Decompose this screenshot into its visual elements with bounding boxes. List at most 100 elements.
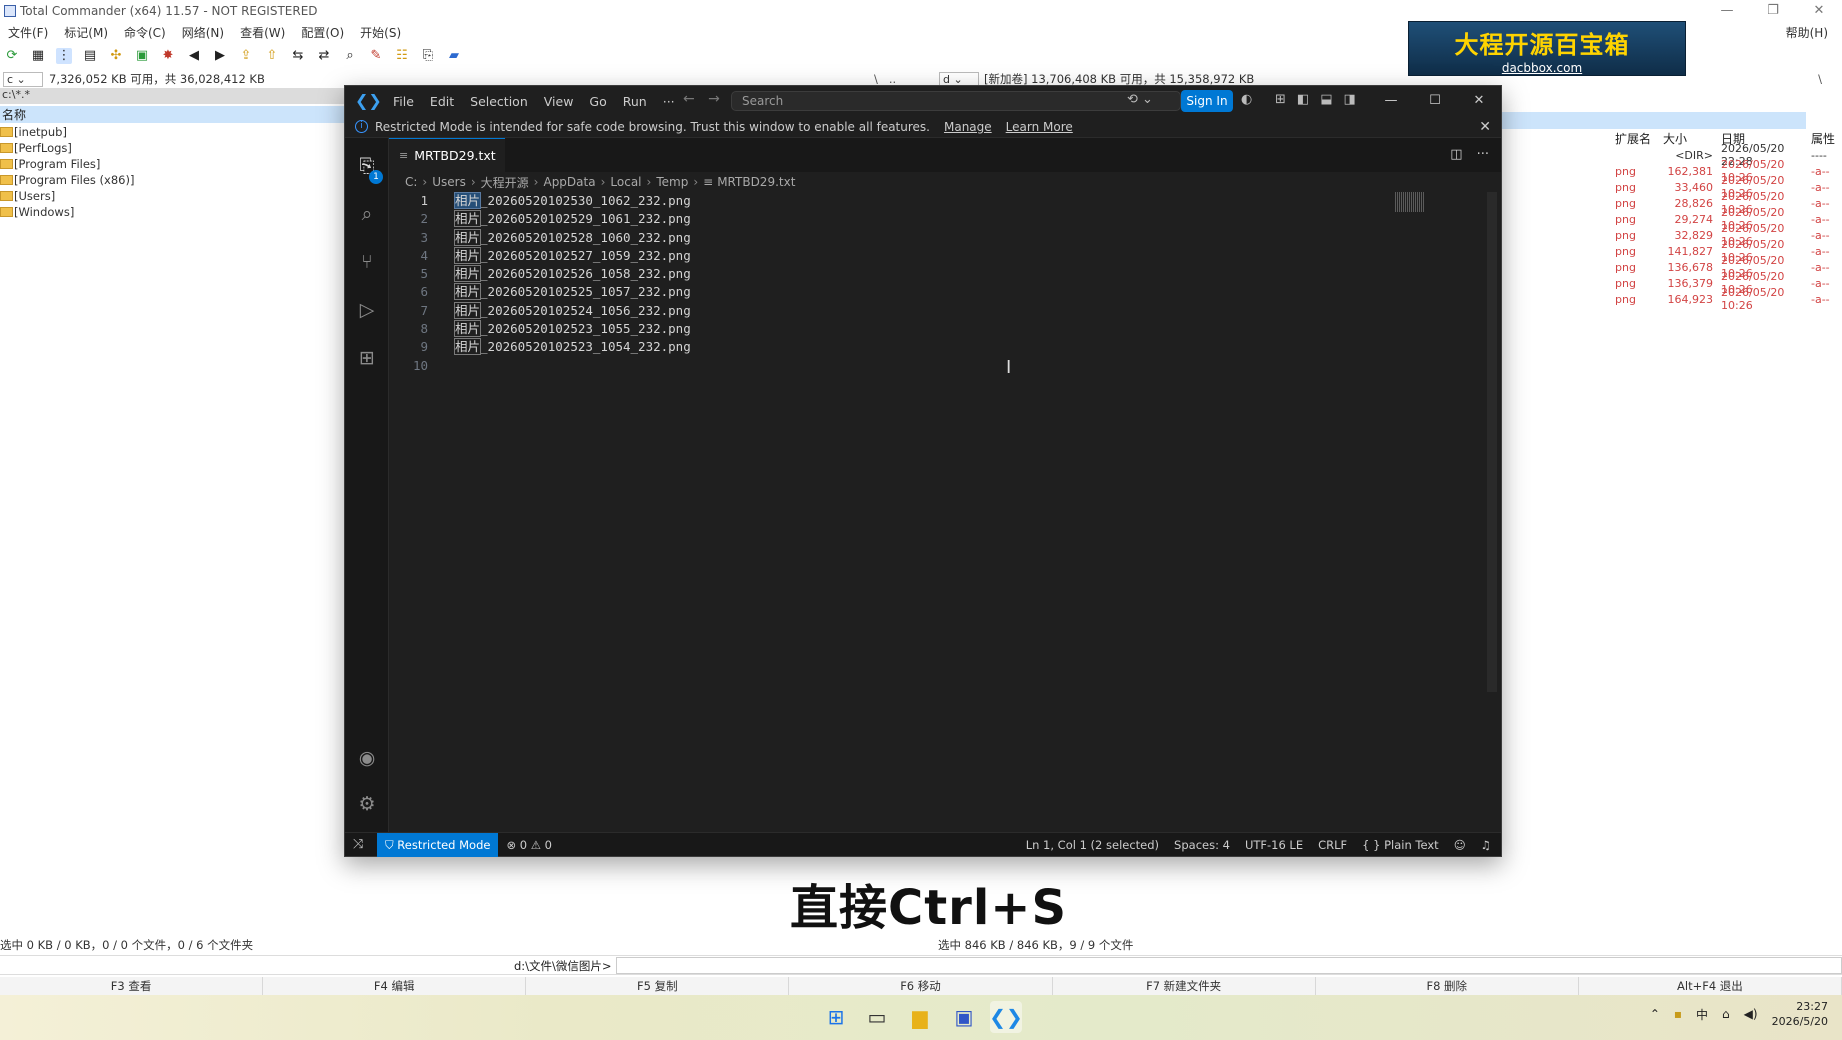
breadcrumb-item[interactable]: AppData <box>543 175 595 189</box>
toggle-sidebar-icon[interactable]: ◧ <box>1297 92 1309 107</box>
explorer-icon[interactable]: ⎘ 1 <box>345 146 389 186</box>
notepad-icon[interactable]: ▰ <box>446 48 462 64</box>
brief-view-icon[interactable]: ▦ <box>30 48 46 64</box>
compare-icon[interactable]: ⇆ <box>290 48 306 64</box>
task-view-icon[interactable]: ▭ <box>861 1001 893 1033</box>
tc-menu-view[interactable]: 查看(W) <box>232 24 293 41</box>
run-debug-icon[interactable]: ▷ <box>345 290 389 330</box>
code-line[interactable]: 相片_20260520102530_1062_232.png <box>453 192 691 210</box>
language-mode-status[interactable]: { } Plain Text <box>1362 838 1439 852</box>
code-line[interactable]: 相片_20260520102523_1055_232.png <box>453 320 691 338</box>
vscode-maximize-icon[interactable]: ☐ <box>1413 86 1457 116</box>
manage-link[interactable]: Manage <box>944 120 992 134</box>
volume-icon[interactable]: ◀) <box>1744 1007 1758 1021</box>
code-line[interactable]: 相片_20260520102526_1058_232.png <box>453 265 691 283</box>
list-item[interactable]: [inetpub] <box>0 124 348 140</box>
f7-newfolder-button[interactable]: F7 新建文件夹 <box>1053 977 1316 995</box>
extensions-icon[interactable]: ⊞ <box>345 338 389 378</box>
command-center-search[interactable]: Search <box>731 91 1181 111</box>
file-explorer-icon[interactable]: ▆ <box>904 1001 936 1033</box>
back-icon[interactable]: ◀ <box>186 48 202 64</box>
col-ext[interactable]: 扩展名 <box>1615 130 1663 146</box>
full-view-icon[interactable]: ⋮ <box>56 48 72 64</box>
tc-menu-mark[interactable]: 标记(M) <box>56 24 116 41</box>
alt-f4-exit-button[interactable]: Alt+F4 退出 <box>1579 977 1842 995</box>
vscode-taskbar-icon[interactable]: ❮❯ <box>989 1001 1023 1033</box>
clock[interactable]: 23:27 2026/5/20 <box>1772 999 1828 1029</box>
copilot-icon[interactable]: ◐ <box>1241 92 1252 107</box>
customize-layout-icon[interactable]: ⊞ <box>1275 92 1286 107</box>
col-attr[interactable]: 属性 <box>1811 130 1835 146</box>
f3-view-button[interactable]: F3 查看 <box>0 977 264 995</box>
toggle-secondary-sidebar-icon[interactable]: ◨ <box>1344 92 1356 107</box>
list-item[interactable]: [PerfLogs] <box>0 140 348 156</box>
ftp-connect-icon[interactable]: ⇪ <box>238 48 254 64</box>
sync-icon[interactable]: ⇄ <box>316 48 332 64</box>
breadcrumb-item[interactable]: Users <box>432 175 466 189</box>
pack-icon[interactable]: ▣ <box>134 48 150 64</box>
list-item[interactable]: [Program Files] <box>0 156 348 172</box>
tree-view-icon[interactable]: ✣ <box>108 48 124 64</box>
left-drive-select[interactable]: c ⌄ <box>3 71 43 87</box>
f5-copy-button[interactable]: F5 复制 <box>526 977 790 995</box>
col-size[interactable]: 大小 <box>1663 130 1713 146</box>
ftp-new-icon[interactable]: ⇧ <box>264 48 280 64</box>
breadcrumb-item[interactable]: 大程开源 <box>481 174 529 191</box>
code-line[interactable]: 相片_20260520102529_1061_232.png <box>453 210 691 228</box>
sign-in-button[interactable]: Sign In <box>1181 90 1233 112</box>
list-item[interactable]: [Users] <box>0 188 348 204</box>
restricted-mode-status[interactable]: ⛉ Restricted Mode <box>377 832 499 857</box>
breadcrumb-item[interactable]: MRTBD29.txt <box>717 175 795 189</box>
f6-move-button[interactable]: F6 移动 <box>789 977 1053 995</box>
tc-menu-net[interactable]: 网络(N) <box>174 24 232 41</box>
chevron-up-icon[interactable]: ⌃ <box>1650 1007 1660 1021</box>
tc-menu-config[interactable]: 配置(O) <box>293 24 352 41</box>
table-row[interactable]: png 164,923 2026/05/20 10:26 -a-- <box>1615 286 1842 312</box>
forward-icon[interactable]: ▶ <box>212 48 228 64</box>
breadcrumb-item[interactable]: Temp <box>656 175 688 189</box>
copy-names-icon[interactable]: ⎘ <box>420 48 436 64</box>
copilot-status-icon[interactable]: ☺ <box>1454 838 1466 852</box>
tc-menu-help[interactable]: 帮助(H) <box>1778 24 1836 41</box>
split-editor-icon[interactable]: ◫ <box>1450 147 1462 162</box>
menu-more[interactable]: ··· <box>655 94 683 109</box>
find-icon[interactable]: ⌕ <box>342 48 358 64</box>
tab-mrtbd29[interactable]: ≡ MRTBD29.txt <box>389 138 505 172</box>
multi-rename-icon[interactable]: ✎ <box>368 48 384 64</box>
source-control-icon[interactable]: ⑂ <box>345 242 389 282</box>
minimize-icon[interactable]: — <box>1704 0 1750 22</box>
more-actions-icon[interactable]: ··· <box>1477 147 1489 162</box>
menu-file[interactable]: File <box>385 94 422 109</box>
vscode-minimize-icon[interactable]: — <box>1369 86 1413 116</box>
breadcrumb-item[interactable]: Local <box>610 175 641 189</box>
f8-delete-button[interactable]: F8 删除 <box>1316 977 1579 995</box>
tc-menu-commands[interactable]: 命令(C) <box>116 24 174 41</box>
thumbnail-view-icon[interactable]: ▤ <box>82 48 98 64</box>
menu-run[interactable]: Run <box>615 94 655 109</box>
banner-close-icon[interactable]: ✕ <box>1479 119 1491 135</box>
f4-edit-button[interactable]: F4 编辑 <box>263 977 527 995</box>
settings-gear-icon[interactable]: ⚙ <box>345 784 389 824</box>
app-tray-icon[interactable]: ▪ <box>1674 1007 1682 1021</box>
close-icon[interactable]: ✕ <box>1796 0 1842 22</box>
tc-menu-file[interactable]: 文件(F) <box>0 24 56 41</box>
network-icon[interactable]: ⌂ <box>1722 1007 1730 1021</box>
vertical-scrollbar[interactable] <box>1487 192 1497 692</box>
vscode-close-icon[interactable]: ✕ <box>1457 86 1501 116</box>
ime-indicator[interactable]: 中 <box>1696 1006 1708 1023</box>
forward-arrow-icon[interactable]: → <box>708 91 720 107</box>
command-line-input[interactable] <box>616 957 1842 974</box>
eol-status[interactable]: CRLF <box>1318 838 1347 852</box>
accounts-icon[interactable]: ◉ <box>345 738 389 778</box>
minimap[interactable] <box>1395 192 1425 212</box>
notifications-bell-icon[interactable]: ♫ <box>1481 838 1491 852</box>
start-windows-icon[interactable]: ⊞ <box>820 1001 852 1033</box>
code-line[interactable]: 相片_20260520102528_1060_232.png <box>453 228 691 247</box>
unpack-icon[interactable]: ✸ <box>160 48 176 64</box>
tc-menu-start[interactable]: 开始(S) <box>352 24 409 41</box>
encoding-status[interactable]: UTF-16 LE <box>1245 838 1303 852</box>
menu-selection[interactable]: Selection <box>462 94 536 109</box>
menu-go[interactable]: Go <box>581 94 614 109</box>
search-icon[interactable]: ⌕ <box>345 194 389 234</box>
code-line[interactable]: 相片_20260520102525_1057_232.png <box>453 283 691 301</box>
